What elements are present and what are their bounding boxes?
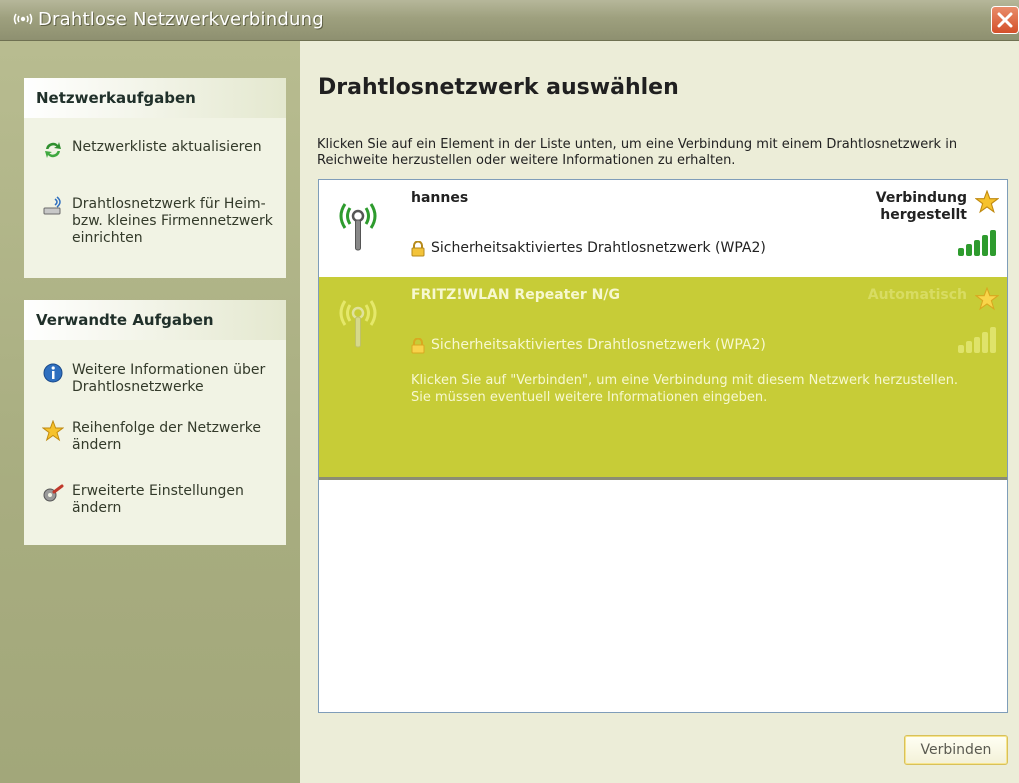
settings-icon <box>43 484 64 502</box>
connect-button[interactable]: Verbinden <box>904 735 1008 765</box>
lock-icon <box>411 338 425 354</box>
connection-status: Automatisch <box>867 287 967 303</box>
page-title: Drahtlosnetzwerk auswählen <box>318 75 679 100</box>
window-title: Drahtlose Netzwerkverbindung <box>38 9 324 30</box>
preferred-network-star-icon <box>975 287 999 311</box>
close-button[interactable] <box>991 6 1019 34</box>
title-bar[interactable]: Drahtlose Netzwerkverbindung <box>0 0 1019 41</box>
network-selection-pane: Drahtlosnetzwerk auswählen Klicken Sie a… <box>300 41 1019 783</box>
network-tasks-panel: Netzwerkaufgaben Netzwerkliste aktualisi… <box>24 78 286 278</box>
panel-header-related-tasks: Verwandte Aufgaben <box>24 300 286 340</box>
task-label: Netzwerkliste aktualisieren <box>72 139 262 155</box>
wireless-connection-window: Drahtlose Netzwerkverbindung Netzwerkauf… <box>0 0 1019 783</box>
network-list[interactable]: hannes Verbindung hergestellt Sicherheit… <box>318 179 1008 713</box>
network-name: hannes <box>411 190 469 206</box>
security-type: Sicherheitsaktiviertes Drahtlosnetzwerk … <box>431 240 766 256</box>
task-label: Erweiterte Einstellungen ändern <box>72 483 244 516</box>
signal-strength-icon <box>958 230 996 256</box>
network-item-fritz-repeater[interactable]: FRITZ!WLAN Repeater N/G Automatisch Sich… <box>319 277 1007 480</box>
info-icon <box>43 363 63 383</box>
refresh-icon <box>45 142 61 158</box>
antenna-icon <box>339 300 377 348</box>
task-label: Reihenfolge der Netzwerke ändern <box>72 420 261 453</box>
task-sidebar: Netzwerkaufgaben Netzwerkliste aktualisi… <box>0 41 300 783</box>
antenna-icon <box>339 203 377 251</box>
network-item-hannes[interactable]: hannes Verbindung hergestellt Sicherheit… <box>319 180 1007 277</box>
preferred-network-star-icon <box>975 190 999 214</box>
panel-header-network-tasks: Netzwerkaufgaben <box>24 78 286 118</box>
lock-icon <box>411 241 425 257</box>
security-type: Sicherheitsaktiviertes Drahtlosnetzwerk … <box>431 337 766 353</box>
star-icon <box>42 420 64 442</box>
related-tasks-panel: Verwandte Aufgaben Weitere Informationen… <box>24 300 286 545</box>
wireless-antenna-icon <box>13 13 33 25</box>
connection-status: Verbindung hergestellt <box>875 190 967 223</box>
instructions-text: Klicken Sie auf ein Element in der Liste… <box>317 137 958 168</box>
signal-strength-icon <box>958 327 996 353</box>
task-label: Drahtlosnetzwerk für Heim- bzw. kleines … <box>72 196 273 246</box>
network-name: FRITZ!WLAN Repeater N/G <box>411 287 620 303</box>
wireless-setup-icon <box>43 196 61 215</box>
connect-hint: Klicken Sie auf "Verbinden", um eine Ver… <box>411 373 959 405</box>
task-label: Weitere Informationen über Drahtlosnetzw… <box>72 362 266 395</box>
close-icon <box>997 12 1013 28</box>
